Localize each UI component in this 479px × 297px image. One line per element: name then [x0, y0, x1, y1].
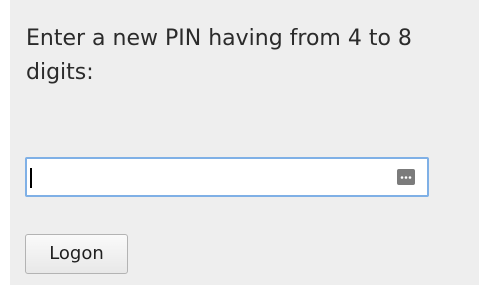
password-reveal-icon[interactable]: [397, 169, 415, 185]
pin-input[interactable]: [29, 161, 389, 193]
pin-panel: Enter a new PIN having from 4 to 8 digit…: [10, 0, 479, 285]
pin-instruction-text: Enter a new PIN having from 4 to 8 digit…: [26, 26, 412, 85]
text-caret: [30, 168, 32, 188]
pin-field[interactable]: [25, 157, 429, 197]
logon-button[interactable]: Logon: [25, 234, 128, 274]
